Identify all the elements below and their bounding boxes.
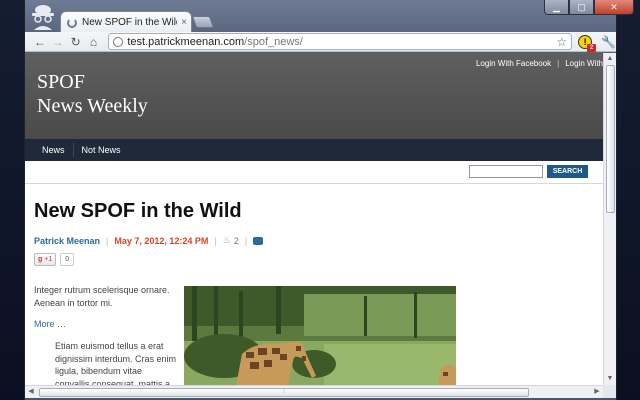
more-link[interactable]: More … bbox=[34, 319, 66, 329]
page-viewport: SPOF News Weekly Login With Facebook | Log… bbox=[25, 53, 603, 385]
byline-separator: | bbox=[106, 235, 109, 246]
article-body: Etiam euismod tellus a erat dignissim in… bbox=[55, 341, 177, 385]
extension-icon[interactable]: ! 2 bbox=[578, 34, 597, 52]
globe-icon bbox=[113, 36, 124, 47]
giraffe-photo bbox=[184, 286, 456, 385]
login-links: Login With Facebook | Login With bbox=[476, 59, 603, 68]
url-path: /spof_news/ bbox=[244, 35, 303, 48]
incognito-icon bbox=[32, 5, 54, 30]
vertical-scrollbar[interactable]: ▲ ▼ bbox=[603, 53, 616, 385]
gplus-widget: g +1 0 bbox=[34, 253, 75, 266]
scrollbar-corner bbox=[603, 385, 616, 398]
comment-icon[interactable] bbox=[253, 236, 264, 245]
site-title-line1: SPOF bbox=[37, 71, 85, 93]
search-button[interactable]: SEARCH bbox=[547, 165, 588, 178]
back-icon[interactable]: ← bbox=[31, 33, 49, 51]
close-window-button[interactable]: ✕ bbox=[594, 0, 634, 15]
gplus-button[interactable]: g +1 bbox=[34, 253, 57, 266]
gplus-label: +1 bbox=[44, 256, 53, 263]
post-date: May 7, 2012, 12:24 PM bbox=[114, 235, 209, 246]
login-separator: | bbox=[557, 59, 560, 68]
browser-tab[interactable]: New SPOF in the Wild - SPO × bbox=[60, 11, 192, 33]
browser-toolbar: ← → ↻ ⌂ test.patrickmeenan.com/spof_news… bbox=[25, 32, 616, 52]
scroll-up-icon[interactable]: ▲ bbox=[604, 53, 616, 65]
site-nav: News Not News bbox=[25, 139, 603, 161]
reload-icon[interactable]: ↻ bbox=[67, 33, 85, 51]
wrench-icon[interactable]: 🔧 bbox=[601, 35, 616, 49]
scroll-left-icon[interactable]: ◀ bbox=[25, 386, 37, 398]
scroll-right-icon[interactable]: ▶ bbox=[591, 386, 603, 398]
minimize-button[interactable]: ▁ bbox=[544, 0, 569, 15]
search-input[interactable] bbox=[469, 165, 543, 178]
byline-separator: | bbox=[214, 235, 217, 246]
site-title[interactable]: SPOF News Weekly bbox=[37, 70, 148, 118]
article-title: New SPOF in the Wild bbox=[34, 200, 242, 222]
new-tab-button[interactable] bbox=[191, 16, 215, 28]
gplus-count: 0 bbox=[60, 253, 75, 266]
login-other-link[interactable]: Login With bbox=[565, 59, 603, 68]
tab-title: New SPOF in the Wild - SPO bbox=[82, 17, 177, 28]
nav-item-not-news[interactable]: Not News bbox=[74, 143, 129, 157]
tab-close-icon[interactable]: × bbox=[181, 17, 187, 28]
login-facebook-link[interactable]: Login With Facebook bbox=[476, 59, 551, 68]
url-host: test.patrickmeenan.com bbox=[127, 35, 245, 48]
author-link[interactable]: Patrick Meenan bbox=[34, 236, 100, 246]
byline: Patrick Meenan | May 7, 2012, 12:24 PM |… bbox=[34, 235, 264, 246]
vertical-scroll-thumb[interactable] bbox=[606, 65, 615, 213]
loading-spinner-icon bbox=[67, 17, 77, 28]
horizontal-scrollbar[interactable]: ◀ ⦙ ▶ bbox=[25, 385, 603, 398]
maximize-button[interactable]: ▢ bbox=[569, 0, 594, 15]
address-bar[interactable]: test.patrickmeenan.com/spof_news/ ☆ bbox=[108, 33, 573, 50]
forward-icon[interactable]: → bbox=[49, 33, 67, 51]
horizontal-scroll-thumb[interactable]: ⦙ bbox=[39, 388, 529, 397]
scroll-down-icon[interactable]: ▼ bbox=[604, 373, 616, 385]
site-header: SPOF News Weekly Login With Facebook | Log… bbox=[25, 53, 603, 139]
site-title-line2: News Weekly bbox=[37, 95, 148, 117]
window-controls: ▁ ▢ ✕ bbox=[544, 0, 634, 16]
article-intro: Integer rutrum scelerisque ornare. Aenea… bbox=[34, 285, 170, 308]
search-bar: SEARCH bbox=[25, 161, 603, 184]
nav-item-news[interactable]: News bbox=[34, 143, 74, 157]
byline-separator: | bbox=[244, 235, 248, 246]
extension-badge: 2 bbox=[587, 43, 597, 52]
star-icon[interactable]: ☆ bbox=[556, 35, 567, 49]
comment-count: 2 bbox=[233, 235, 239, 246]
home-icon[interactable]: ⌂ bbox=[85, 33, 103, 51]
flame-icon: ♨ bbox=[222, 235, 231, 245]
